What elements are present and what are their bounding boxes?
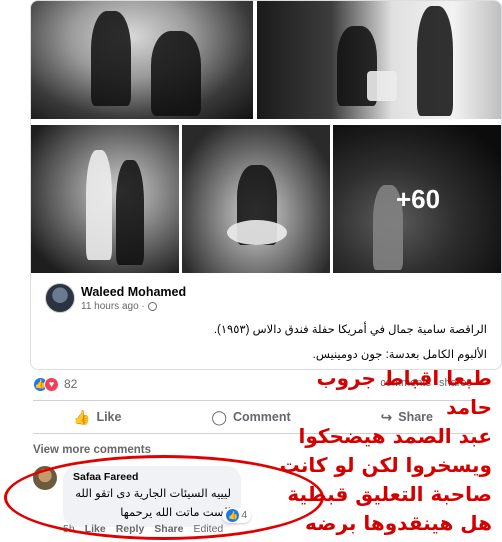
album-photo-5-more[interactable]: +60 (333, 125, 501, 273)
comment-time[interactable]: 5h (63, 523, 75, 535)
like-reaction-icon: 👍 (226, 509, 240, 522)
comment-bubble: Safaa Fareed ليييه السيئات الجارية دى ات… (63, 466, 251, 527)
reactions-summary[interactable]: 👍 ♥ 82 (33, 375, 77, 393)
comment-like-link[interactable]: Like (85, 523, 106, 535)
reaction-count: 82 (64, 377, 78, 391)
album-photo-1[interactable] (31, 1, 253, 119)
thumbs-up-icon: 👍 (73, 408, 91, 425)
commenter-avatar[interactable] (33, 466, 57, 490)
caption-line-1: الراقصة سامية جمال في أمريكا حفلة فندق د… (213, 324, 487, 336)
view-more-comments-link[interactable]: View more comments (33, 444, 151, 456)
annotation-line-1: طبعا اقباط جروب حامد (316, 366, 492, 419)
post-card: +60 Waleed Mohamed 11 hours ago · الراقص… (0, 0, 502, 542)
annotation-line-2: عبد الصمد هيضحكوا (298, 424, 492, 448)
author-meta: Waleed Mohamed 11 hours ago · (81, 285, 186, 312)
comment-reaction-badge[interactable]: 👍 4 (222, 508, 251, 523)
shared-post-card[interactable]: +60 Waleed Mohamed 11 hours ago · الراقص… (30, 0, 502, 370)
annotation-line-3: ويسخروا لكن لو كانت (279, 453, 492, 477)
annotation-line-5: هل هينقدوها برضه (304, 511, 492, 535)
more-photos-count[interactable]: +60 (333, 125, 501, 273)
comment-share-link[interactable]: Share (154, 523, 183, 535)
comment-actions: 5h Like Reply Share Edited (63, 523, 223, 535)
caption-line-2: الألبوم الكامل بعدسة: جون دومينيس. (312, 349, 487, 361)
album-photo-2[interactable] (257, 1, 501, 119)
author-name[interactable]: Waleed Mohamed (81, 285, 186, 299)
avatar[interactable] (45, 283, 75, 313)
comment-item: Safaa Fareed ليييه السيئات الجارية دى ات… (33, 466, 251, 527)
album-photo-3[interactable] (31, 125, 179, 273)
red-annotation-text: طبعا اقباط جروب حامد عبد الصمد هيضحكوا و… (277, 364, 492, 538)
globe-icon (147, 301, 157, 311)
comment-like-count: 4 (241, 510, 247, 521)
album-photo-4[interactable] (182, 125, 330, 273)
commenter-name[interactable]: Safaa Fareed (73, 471, 231, 483)
like-button[interactable]: 👍 Like (33, 404, 161, 430)
post-time: 11 hours ago · (81, 301, 186, 312)
comment-reply-link[interactable]: Reply (116, 523, 145, 535)
love-reaction-icon: ♥ (44, 376, 59, 392)
comment-text-line-1: ليييه السيئات الجارية دى اتقو الله (75, 488, 231, 500)
comment-text-line-2: الست ماتت الله يرحمها (120, 507, 231, 519)
shared-author-row: Waleed Mohamed 11 hours ago · (45, 283, 186, 313)
post-time-text[interactable]: 11 hours ago · (81, 301, 145, 312)
comment-bubble-icon: ◯ (211, 408, 227, 425)
comment-edited-label: Edited (193, 523, 224, 535)
like-label: Like (96, 410, 122, 424)
annotation-line-4: صاحبة التعليق قبطية (287, 482, 492, 506)
